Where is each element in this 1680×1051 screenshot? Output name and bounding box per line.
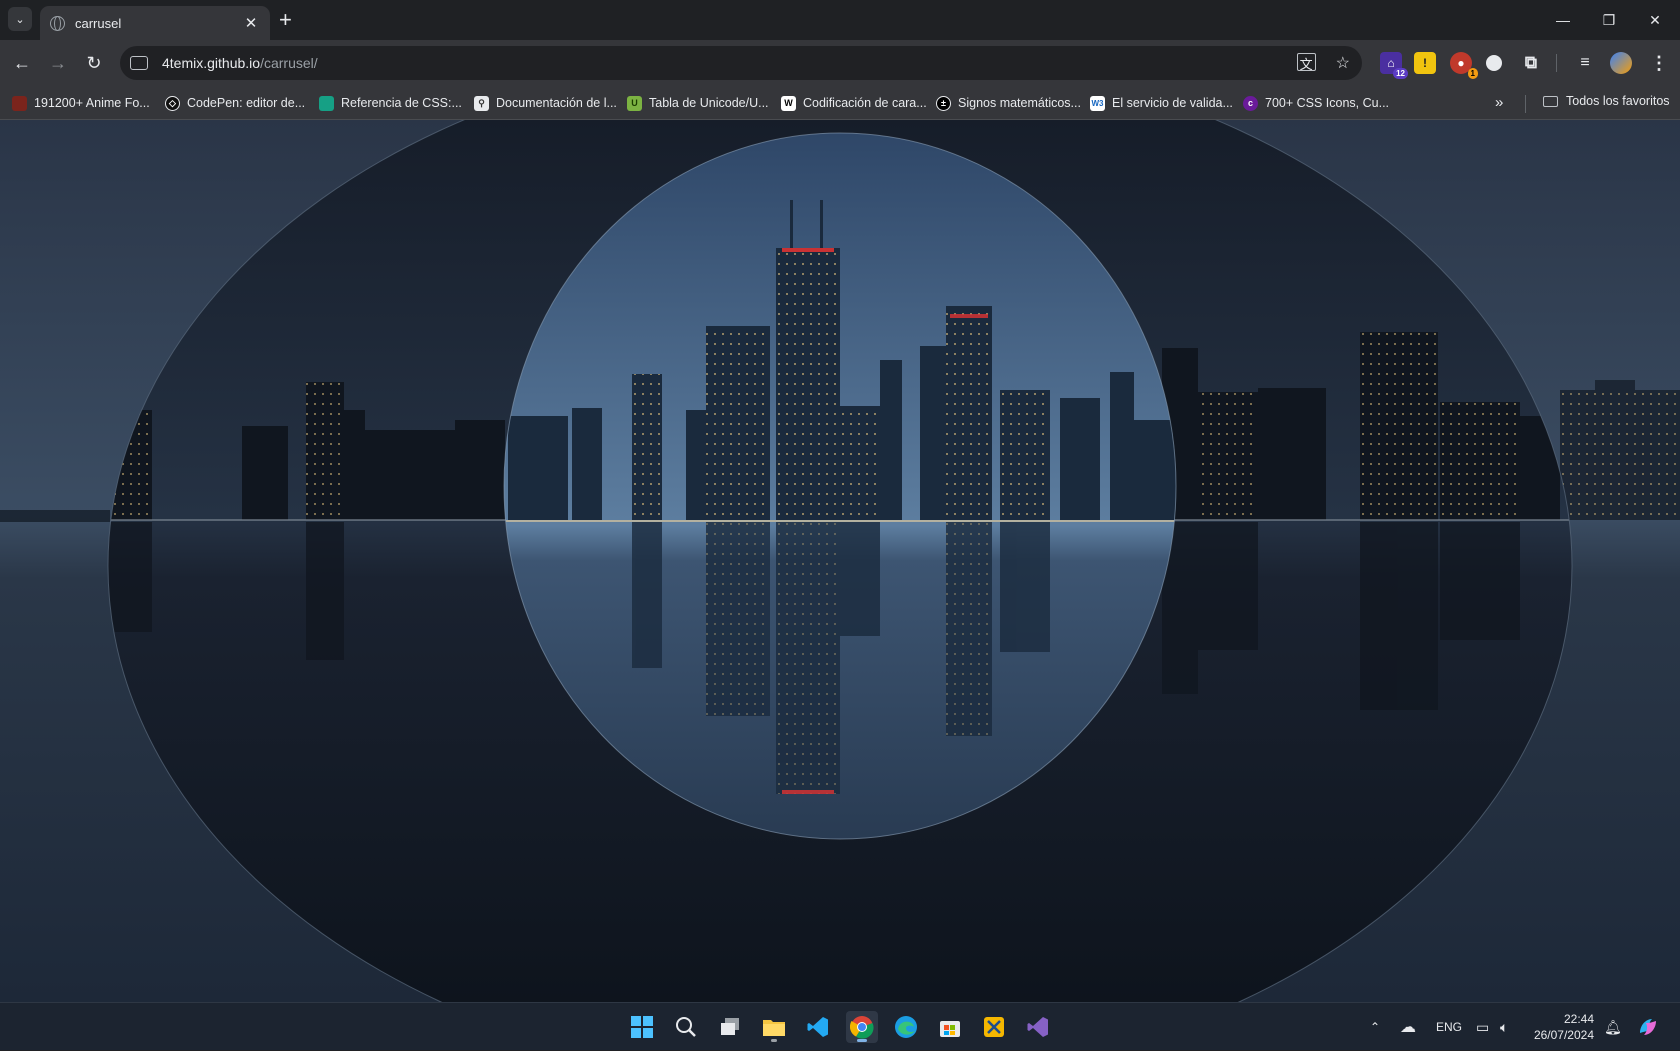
- forward-button[interactable]: →: [44, 50, 72, 76]
- extensions-puzzle-icon[interactable]: ⧉: [1520, 52, 1542, 74]
- city-reflection-scene: [0, 120, 1680, 1002]
- snipping-icon[interactable]: [978, 1011, 1010, 1043]
- back-button[interactable]: ←: [8, 50, 36, 76]
- translate-icon[interactable]: 文: [1296, 53, 1316, 72]
- chevron-down-icon: ⌄: [15, 13, 25, 26]
- unicode-icon: U: [627, 95, 642, 111]
- volume-icon[interactable]: 🔈︎: [1500, 1003, 1508, 1051]
- folder-icon: [1543, 95, 1558, 107]
- extension-1-badge: 12: [1393, 68, 1408, 79]
- url-host: 4temix.github.io: [162, 55, 261, 71]
- bookmarks-bar: 191200+ Anime Fo... ◇ CodePen: editor de.…: [0, 86, 1680, 120]
- bookmark-label: Tabla de Unicode/U...: [649, 96, 769, 110]
- url-path: /carrusel/: [260, 55, 318, 71]
- clock-time: 22:44: [1563, 1012, 1594, 1026]
- file-explorer-icon[interactable]: [758, 1011, 790, 1043]
- tab-title: carrusel: [75, 15, 122, 31]
- w3c-icon: W3: [1090, 95, 1105, 111]
- bookmark-label: Documentación de l...: [496, 96, 617, 110]
- edge-icon[interactable]: [890, 1011, 922, 1043]
- bookmark-label: Signos matemáticos...: [958, 96, 1081, 110]
- restore-button[interactable]: ❐: [1586, 6, 1632, 34]
- mdn-icon: [319, 95, 334, 111]
- chevron-double-right-icon[interactable]: »: [1495, 94, 1503, 111]
- reload-icon: ↻: [86, 52, 102, 73]
- windows-start-icon[interactable]: [626, 1011, 658, 1043]
- minimize-button[interactable]: —: [1540, 6, 1586, 34]
- close-window-button[interactable]: ✕: [1632, 6, 1678, 34]
- task-view-icon[interactable]: [714, 1011, 746, 1043]
- extension-3-icon[interactable]: ● 1: [1450, 52, 1478, 79]
- css-gg-icon: c: [1243, 95, 1258, 111]
- bookmark-item[interactable]: ⚲ Documentación de l...: [474, 94, 617, 112]
- search-doc-icon: ⚲: [474, 95, 489, 111]
- address-bar[interactable]: 4temix.github.io/carrusel/ 文 ☆: [120, 46, 1362, 80]
- chrome-icon[interactable]: [846, 1011, 878, 1043]
- bookmark-item[interactable]: W Codificación de cara...: [781, 94, 927, 112]
- new-tab-button[interactable]: +: [279, 8, 292, 32]
- all-bookmarks-label: Todos los favoritos: [1566, 94, 1670, 108]
- codepen-icon: ◇: [165, 95, 180, 111]
- all-bookmarks-folder[interactable]: Todos los favoritos: [1543, 94, 1670, 108]
- toolbar-divider: [1556, 54, 1557, 72]
- tab-carrusel[interactable]: carrusel ✕: [40, 6, 270, 40]
- language-indicator[interactable]: ENG: [1436, 1003, 1462, 1051]
- wikipedia-icon: W: [781, 95, 796, 111]
- bookmark-label: CodePen: editor de...: [187, 96, 306, 110]
- show-hidden-icons[interactable]: ⌃: [1370, 1003, 1380, 1051]
- profile-avatar[interactable]: [1610, 52, 1632, 74]
- bookmark-item[interactable]: ± Signos matemáticos...: [936, 94, 1081, 112]
- bookmark-label: Referencia de CSS:...: [341, 96, 462, 110]
- media-queue-icon[interactable]: ≡: [1574, 52, 1596, 74]
- notification-bell-icon[interactable]: 🔔︎: [1604, 1003, 1622, 1051]
- menu-kebab-icon[interactable]: ⋮: [1648, 52, 1670, 74]
- onedrive-icon[interactable]: ☁: [1400, 1003, 1416, 1051]
- close-tab-icon[interactable]: ✕: [242, 14, 260, 32]
- anime-icon: [12, 95, 27, 111]
- bookmark-star-icon[interactable]: ☆: [1336, 53, 1350, 73]
- clock-date: 26/07/2024: [1533, 1028, 1594, 1042]
- extension-3-badge: 1: [1467, 68, 1478, 79]
- bookmark-label: Codificación de cara...: [803, 96, 927, 110]
- url-text[interactable]: 4temix.github.io/carrusel/: [162, 55, 318, 71]
- tab-search-button[interactable]: ⌄: [8, 7, 32, 31]
- copilot-icon[interactable]: [1636, 1003, 1660, 1051]
- globe-icon: [50, 15, 65, 31]
- site-info-icon[interactable]: [130, 56, 148, 70]
- extension-1-icon[interactable]: ⌂ 12: [1380, 52, 1408, 79]
- bookmark-item[interactable]: ◇ CodePen: editor de...: [165, 94, 305, 112]
- arrow-right-icon: →: [49, 52, 67, 73]
- math-icon: ±: [936, 95, 951, 111]
- windows-taskbar: ⌃ ☁ ENG ▭ 🔈︎ 22:44 26/07/2024 🔔︎: [0, 1002, 1680, 1050]
- bookmark-item[interactable]: Referencia de CSS:...: [319, 94, 462, 112]
- reload-button[interactable]: ↻: [80, 50, 108, 76]
- system-clock[interactable]: 22:44 26/07/2024: [1530, 1011, 1594, 1043]
- bookmark-item[interactable]: W3 El servicio de valida...: [1090, 94, 1233, 112]
- arrow-left-icon: ←: [13, 52, 31, 73]
- search-icon[interactable]: [670, 1011, 702, 1043]
- bookmark-label: El servicio de valida...: [1112, 96, 1233, 110]
- tab-strip: ⌄ carrusel ✕ + — ❐ ✕: [0, 0, 1680, 40]
- bookmark-item[interactable]: U Tabla de Unicode/U...: [627, 94, 769, 112]
- visual-studio-icon[interactable]: [1022, 1011, 1054, 1043]
- bookmark-item[interactable]: c 700+ CSS Icons, Cu...: [1243, 94, 1389, 112]
- bookmark-label: 700+ CSS Icons, Cu...: [1265, 96, 1390, 110]
- carousel-viewport: [0, 120, 1680, 1002]
- bookmarks-divider: [1525, 95, 1526, 113]
- browser-toolbar: ← → ↻ 4temix.github.io/carrusel/ 文 ☆ ⌂ 12…: [0, 40, 1680, 86]
- store-icon[interactable]: [934, 1011, 966, 1043]
- network-icon[interactable]: ▭: [1476, 1003, 1489, 1051]
- bookmark-label: 191200+ Anime Fo...: [34, 96, 150, 110]
- extension-4-icon[interactable]: [1486, 55, 1502, 71]
- bookmark-item[interactable]: 191200+ Anime Fo...: [12, 94, 150, 112]
- vscode-icon[interactable]: [802, 1011, 834, 1043]
- extension-2-icon[interactable]: !: [1414, 52, 1436, 74]
